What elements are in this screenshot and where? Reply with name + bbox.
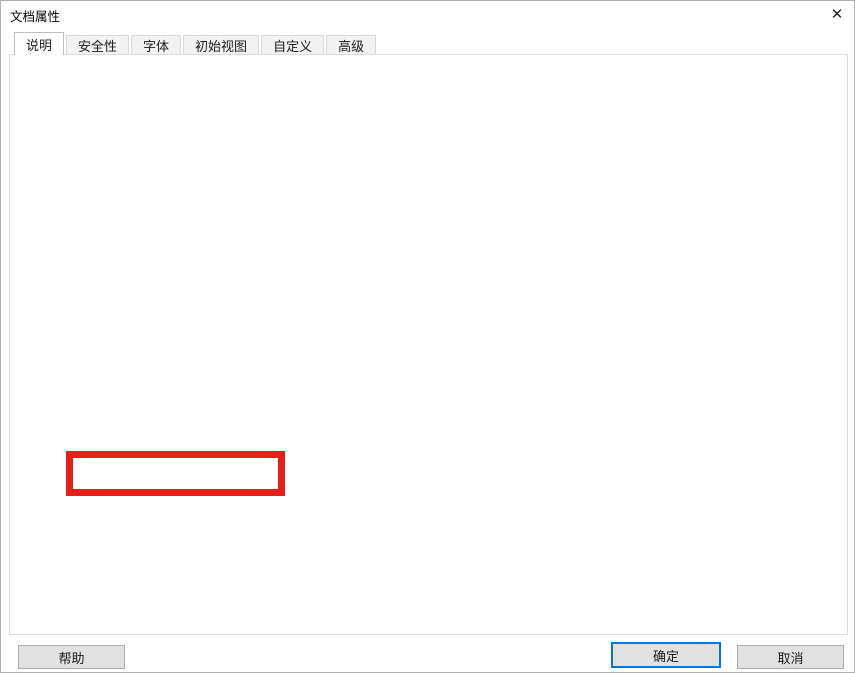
- tab-fonts[interactable]: 字体: [131, 35, 181, 55]
- close-icon[interactable]: ✕: [824, 3, 850, 25]
- dialog-title: 文档属性: [10, 6, 60, 25]
- cancel-button[interactable]: 取消: [737, 645, 844, 669]
- ok-button[interactable]: 确定: [611, 642, 721, 668]
- tab-bar: 说明 安全性 字体 初始视图 自定义 高级: [14, 32, 378, 55]
- tab-initial-view[interactable]: 初始视图: [183, 35, 259, 55]
- help-button[interactable]: 帮助: [18, 645, 125, 669]
- tab-description[interactable]: 说明: [14, 32, 64, 55]
- tab-panel-description: [9, 54, 848, 635]
- tab-security[interactable]: 安全性: [66, 35, 129, 55]
- tab-advanced[interactable]: 高级: [326, 35, 376, 55]
- tab-custom[interactable]: 自定义: [261, 35, 324, 55]
- document-properties-dialog: 文档属性 ✕ 说明 安全性 字体 初始视图 自定义 高级 说明 文件: eCTD…: [0, 0, 855, 673]
